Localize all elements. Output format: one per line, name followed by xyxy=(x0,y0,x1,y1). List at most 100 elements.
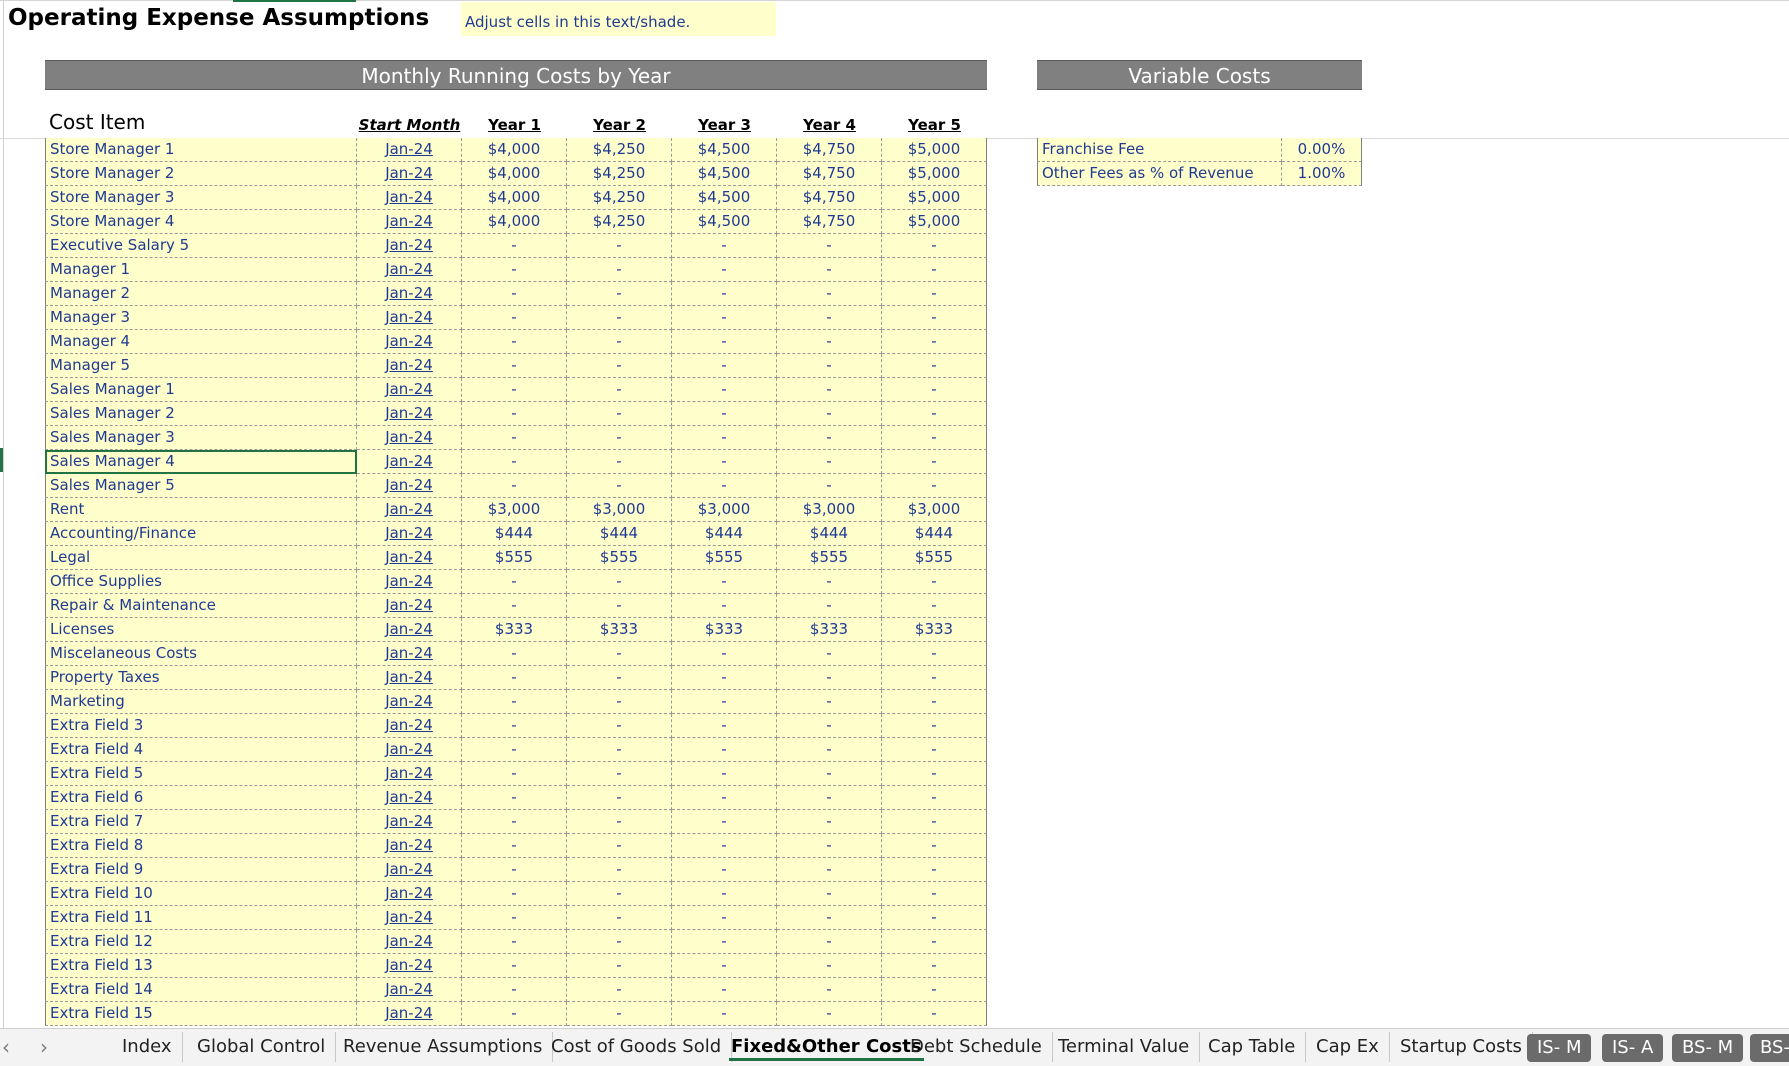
year-2-cell[interactable]: $4,250 xyxy=(567,162,672,186)
year-2-cell[interactable]: $4,250 xyxy=(567,138,672,162)
year-4-cell[interactable]: - xyxy=(777,474,882,498)
year-4-cell[interactable]: - xyxy=(777,954,882,978)
start-month-cell[interactable]: Jan-24 xyxy=(357,426,462,450)
cost-item-cell[interactable]: Extra Field 8 xyxy=(45,834,357,858)
year-5-cell[interactable]: $444 xyxy=(882,522,987,546)
year-1-cell[interactable]: $4,000 xyxy=(462,186,567,210)
year-4-cell[interactable]: - xyxy=(777,882,882,906)
year-4-cell[interactable]: - xyxy=(777,234,882,258)
start-month-cell[interactable]: Jan-24 xyxy=(357,450,462,474)
year-2-cell[interactable]: - xyxy=(567,354,672,378)
cost-item-cell[interactable]: Extra Field 14 xyxy=(45,978,357,1002)
sheet-tab[interactable]: BS- M xyxy=(1672,1034,1744,1062)
year-2-cell[interactable]: - xyxy=(567,234,672,258)
year-4-cell[interactable]: - xyxy=(777,282,882,306)
year-5-cell[interactable]: - xyxy=(882,282,987,306)
year-3-cell[interactable]: - xyxy=(672,594,777,618)
cost-item-cell[interactable]: Sales Manager 1 xyxy=(45,378,357,402)
start-month-cell[interactable]: Jan-24 xyxy=(357,1002,462,1026)
cost-item-cell[interactable]: Extra Field 6 xyxy=(45,786,357,810)
next-sheet-arrow-icon[interactable]: › xyxy=(40,1035,48,1059)
year-1-cell[interactable]: - xyxy=(462,570,567,594)
year-2-cell[interactable]: - xyxy=(567,858,672,882)
year-2-cell[interactable]: $3,000 xyxy=(567,498,672,522)
start-month-cell[interactable]: Jan-24 xyxy=(357,882,462,906)
year-4-cell[interactable]: - xyxy=(777,714,882,738)
year-3-cell[interactable]: - xyxy=(672,954,777,978)
start-month-cell[interactable]: Jan-24 xyxy=(357,810,462,834)
start-month-cell[interactable]: Jan-24 xyxy=(357,690,462,714)
year-3-cell[interactable]: - xyxy=(672,714,777,738)
year-1-cell[interactable]: - xyxy=(462,426,567,450)
sheet-tab[interactable]: Terminal Value xyxy=(1048,1032,1201,1062)
year-2-cell[interactable]: - xyxy=(567,426,672,450)
year-5-cell[interactable]: $5,000 xyxy=(882,162,987,186)
year-5-cell[interactable]: $5,000 xyxy=(882,186,987,210)
cost-item-cell[interactable]: Extra Field 12 xyxy=(45,930,357,954)
year-4-cell[interactable]: - xyxy=(777,594,882,618)
start-month-cell[interactable]: Jan-24 xyxy=(357,210,462,234)
cost-item-cell[interactable]: Rent xyxy=(45,498,357,522)
year-2-cell[interactable]: $4,250 xyxy=(567,210,672,234)
year-5-cell[interactable]: - xyxy=(882,570,987,594)
year-2-cell[interactable]: - xyxy=(567,738,672,762)
year-3-cell[interactable]: - xyxy=(672,906,777,930)
year-1-cell[interactable]: - xyxy=(462,906,567,930)
cost-item-cell[interactable]: Manager 5 xyxy=(45,354,357,378)
input-note[interactable]: Adjust cells in this text/shade. xyxy=(461,2,776,36)
year-4-cell[interactable]: - xyxy=(777,738,882,762)
year-1-cell[interactable]: - xyxy=(462,858,567,882)
year-4-cell[interactable]: - xyxy=(777,426,882,450)
start-month-cell[interactable]: Jan-24 xyxy=(357,714,462,738)
year-5-cell[interactable]: - xyxy=(882,258,987,282)
year-3-cell[interactable]: - xyxy=(672,858,777,882)
year-2-cell[interactable]: - xyxy=(567,882,672,906)
year-3-cell[interactable]: - xyxy=(672,1002,777,1026)
year-1-cell[interactable]: - xyxy=(462,954,567,978)
sheet-tab[interactable]: Startup Costs xyxy=(1390,1032,1533,1062)
year-3-cell[interactable]: - xyxy=(672,642,777,666)
start-month-cell[interactable]: Jan-24 xyxy=(357,306,462,330)
cost-item-cell[interactable]: Manager 4 xyxy=(45,330,357,354)
year-1-cell[interactable]: - xyxy=(462,762,567,786)
year-5-cell[interactable]: - xyxy=(882,330,987,354)
start-month-cell[interactable]: Jan-24 xyxy=(357,522,462,546)
cost-item-cell[interactable]: Property Taxes xyxy=(45,666,357,690)
year-2-cell[interactable]: - xyxy=(567,474,672,498)
cost-item-cell[interactable]: Store Manager 3 xyxy=(45,186,357,210)
year-3-cell[interactable]: - xyxy=(672,258,777,282)
year-5-cell[interactable]: - xyxy=(882,402,987,426)
year-5-cell[interactable]: - xyxy=(882,306,987,330)
start-month-cell[interactable]: Jan-24 xyxy=(357,858,462,882)
year-4-cell[interactable]: - xyxy=(777,666,882,690)
year-4-cell[interactable]: - xyxy=(777,570,882,594)
start-month-cell[interactable]: Jan-24 xyxy=(357,162,462,186)
year-4-cell[interactable]: - xyxy=(777,858,882,882)
cost-item-cell[interactable]: Manager 3 xyxy=(45,306,357,330)
cost-item-cell[interactable]: Marketing xyxy=(45,690,357,714)
year-4-cell[interactable]: - xyxy=(777,378,882,402)
year-2-cell[interactable]: - xyxy=(567,978,672,1002)
year-5-cell[interactable]: - xyxy=(882,930,987,954)
year-4-cell[interactable]: $444 xyxy=(777,522,882,546)
year-5-cell[interactable]: - xyxy=(882,882,987,906)
year-5-cell[interactable]: - xyxy=(882,978,987,1002)
year-5-cell[interactable]: - xyxy=(882,426,987,450)
start-month-cell[interactable]: Jan-24 xyxy=(357,954,462,978)
sheet-tab[interactable]: BS- xyxy=(1750,1034,1789,1062)
year-3-cell[interactable]: - xyxy=(672,306,777,330)
sheet-tab[interactable]: Cap Ex xyxy=(1306,1032,1390,1062)
year-5-cell[interactable]: $5,000 xyxy=(882,138,987,162)
year-1-cell[interactable]: $444 xyxy=(462,522,567,546)
sheet-tab[interactable]: IS- M xyxy=(1527,1034,1592,1062)
start-month-cell[interactable]: Jan-24 xyxy=(357,570,462,594)
year-3-cell[interactable]: - xyxy=(672,810,777,834)
cost-item-cell[interactable]: Office Supplies xyxy=(45,570,357,594)
year-4-cell[interactable]: $333 xyxy=(777,618,882,642)
year-3-cell[interactable]: - xyxy=(672,474,777,498)
year-4-cell[interactable]: - xyxy=(777,906,882,930)
year-2-cell[interactable]: - xyxy=(567,714,672,738)
year-5-cell[interactable]: - xyxy=(882,378,987,402)
start-month-cell[interactable]: Jan-24 xyxy=(357,186,462,210)
year-5-cell[interactable]: $5,000 xyxy=(882,210,987,234)
